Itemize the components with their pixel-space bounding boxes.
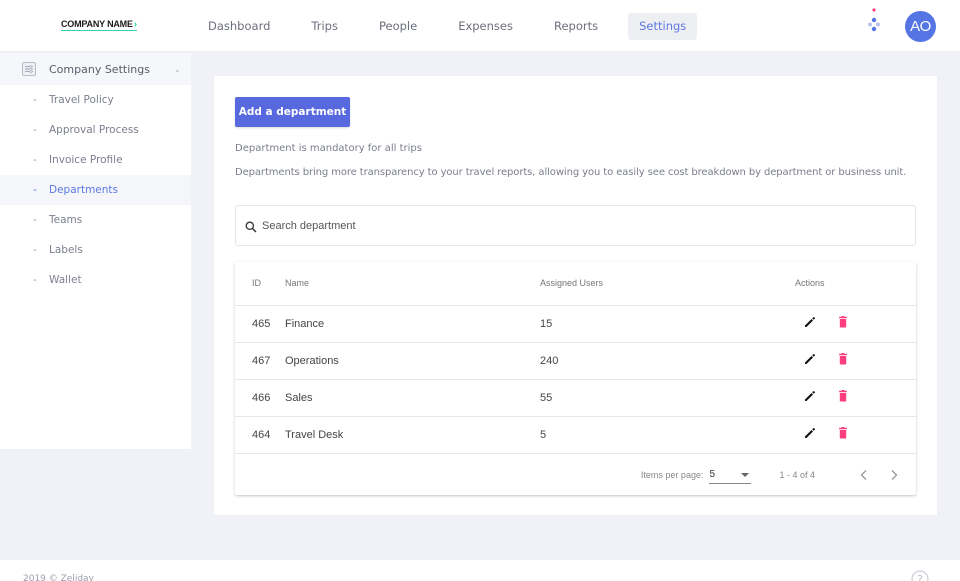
footer: 2019 © Zeliday ? <box>0 560 960 581</box>
cell-id: 464 <box>235 416 285 454</box>
search-field[interactable] <box>235 205 916 246</box>
svg-text:?: ? <box>917 573 923 581</box>
dash-bullet: - <box>33 184 37 196</box>
sidebar-item-label: Invoice Profile <box>49 154 123 166</box>
cell-actions <box>795 379 916 417</box>
dash-bullet: - <box>33 274 37 286</box>
sidebar-item-label: Labels <box>49 244 83 256</box>
column-header-id[interactable]: ID <box>235 262 285 306</box>
dash-bullet: - <box>33 214 37 226</box>
sidebar-item-approval-process[interactable]: - Approval Process <box>0 115 191 145</box>
nav-settings[interactable]: Settings <box>628 13 698 40</box>
delete-trash-icon[interactable] <box>836 352 850 366</box>
edit-pencil-icon[interactable] <box>803 389 817 403</box>
departments-table: ID Name Assigned Users Actions 465 Financ… <box>235 262 916 495</box>
main-nav: Dashboard Trips People Expenses Reports … <box>197 13 716 40</box>
cell-assigned-users: 55 <box>540 379 795 417</box>
dropdown-caret-icon <box>741 472 750 477</box>
search-input[interactable] <box>262 219 862 232</box>
sidebar-item-label: Travel Policy <box>49 94 114 106</box>
copyright-text: 2019 © Zeliday <box>23 574 94 581</box>
nav-dashboard[interactable]: Dashboard <box>197 13 281 40</box>
dash-bullet: - <box>33 154 37 166</box>
cell-actions <box>795 342 916 380</box>
mandatory-note: Department is mandatory for all trips <box>235 143 422 154</box>
settings-sliders-icon <box>22 62 36 76</box>
cell-actions <box>795 305 916 343</box>
nav-expenses[interactable]: Expenses <box>447 13 524 40</box>
page-range: 1 - 4 of 4 <box>779 469 815 480</box>
edit-pencil-icon[interactable] <box>803 352 817 366</box>
delete-trash-icon[interactable] <box>836 315 850 329</box>
items-per-page-label: Items per page: <box>640 469 704 480</box>
sidebar-item-travel-policy[interactable]: - Travel Policy <box>0 85 191 115</box>
table-header-row: ID Name Assigned Users Actions <box>235 262 916 306</box>
table-row: 464 Travel Desk 5 <box>235 416 916 454</box>
edit-pencil-icon[interactable] <box>803 426 817 440</box>
sidebar-item-label: Wallet <box>49 274 82 286</box>
nav-trips[interactable]: Trips <box>300 13 349 40</box>
apps-dots-icon[interactable] <box>864 7 884 37</box>
cell-name: Finance <box>285 305 540 343</box>
nav-reports[interactable]: Reports <box>543 13 609 40</box>
table-row: 466 Sales 55 <box>235 379 916 417</box>
cell-name: Operations <box>285 342 540 380</box>
cell-assigned-users: 5 <box>540 416 795 454</box>
sidebar-item-label: Teams <box>49 214 83 226</box>
items-per-page-value: 5 <box>709 468 716 480</box>
search-icon <box>245 221 257 233</box>
sidebar: Company Settings ⌄ - Travel Policy - Appro… <box>0 53 191 449</box>
sidebar-item-wallet[interactable]: - Wallet <box>0 265 191 295</box>
description-note: Departments bring more transparency to y… <box>235 167 907 178</box>
company-logo[interactable]: COMPANY NAME› <box>61 19 137 31</box>
edit-pencil-icon[interactable] <box>803 315 817 329</box>
dash-bullet: - <box>33 244 37 256</box>
column-header-assigned-users[interactable]: Assigned Users <box>540 262 795 306</box>
logo-text: COMPANY NAME <box>61 19 133 29</box>
user-avatar[interactable]: AO <box>905 11 936 42</box>
chevron-down-icon[interactable]: ⌄ <box>174 65 181 74</box>
column-header-name[interactable]: Name <box>285 262 540 306</box>
sidebar-section-title: Company Settings <box>49 62 150 76</box>
paginator: Items per page: 5 1 - 4 of 4 <box>235 454 916 496</box>
sidebar-item-labels[interactable]: - Labels <box>0 235 191 265</box>
dash-bullet: - <box>33 94 37 106</box>
nav-people[interactable]: People <box>368 13 428 40</box>
delete-trash-icon[interactable] <box>836 389 850 403</box>
table-row: 465 Finance 15 <box>235 305 916 343</box>
next-page-icon[interactable] <box>887 468 901 482</box>
cell-actions <box>795 416 916 454</box>
top-header: COMPANY NAME› Dashboard Trips People Exp… <box>0 0 960 52</box>
previous-page-icon[interactable] <box>857 468 871 482</box>
sidebar-section-company-settings[interactable]: Company Settings ⌄ <box>0 53 191 85</box>
sidebar-item-label: Approval Process <box>49 124 139 136</box>
logo-chevron-icon: › <box>133 19 137 30</box>
sidebar-item-teams[interactable]: - Teams <box>0 205 191 235</box>
dash-bullet: - <box>33 124 37 136</box>
sidebar-item-departments[interactable]: - Departments <box>0 175 191 205</box>
delete-trash-icon[interactable] <box>836 426 850 440</box>
table-row: 467 Operations 240 <box>235 342 916 380</box>
cell-id: 466 <box>235 379 285 417</box>
cell-assigned-users: 240 <box>540 342 795 380</box>
departments-card: Add a department Department is mandatory… <box>214 76 937 515</box>
items-per-page-select[interactable]: 5 <box>709 466 752 484</box>
cell-id: 467 <box>235 342 285 380</box>
sidebar-item-label: Departments <box>49 184 119 196</box>
column-header-actions: Actions <box>795 262 916 306</box>
add-department-button[interactable]: Add a department <box>235 97 350 127</box>
help-icon[interactable]: ? <box>911 570 929 581</box>
cell-assigned-users: 15 <box>540 305 795 343</box>
cell-name: Sales <box>285 379 540 417</box>
cell-id: 465 <box>235 305 285 343</box>
cell-name: Travel Desk <box>285 416 540 454</box>
sidebar-item-invoice-profile[interactable]: - Invoice Profile <box>0 145 191 175</box>
